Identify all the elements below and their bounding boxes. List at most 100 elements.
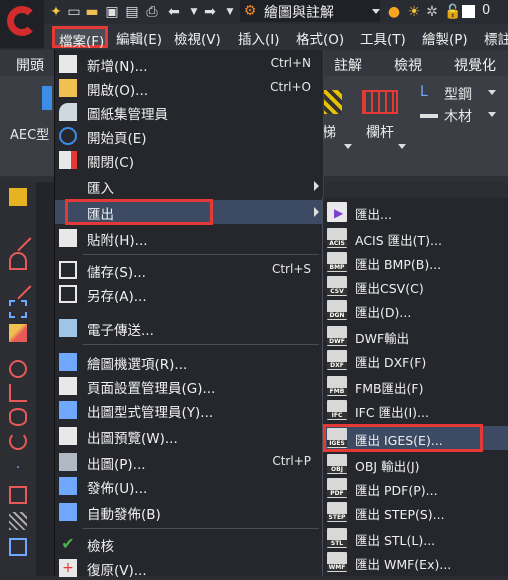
- tab-visualize[interactable]: 視覺化: [454, 55, 496, 75]
- tab-annotate[interactable]: 註解: [334, 55, 362, 75]
- export-item-step[interactable]: STEP 匯出 STEP(S)...: [323, 500, 508, 524]
- menu-draw[interactable]: 繪製(P): [422, 28, 468, 48]
- railing-dropdown-icon[interactable]: [398, 144, 406, 149]
- hatch-tool-icon[interactable]: [9, 512, 27, 530]
- xline-tool-icon[interactable]: [9, 300, 27, 318]
- redo-icon[interactable]: ➡: [202, 4, 218, 20]
- export-item-general[interactable]: ▶ 匯出...: [323, 200, 508, 224]
- save-as-icon[interactable]: ▤: [124, 4, 140, 20]
- dxf-file-icon: DXF: [327, 350, 347, 370]
- menu-item-import[interactable]: 匯入: [55, 174, 323, 198]
- menu-item-audit[interactable]: ✔ 檢核: [55, 532, 323, 556]
- redo-dropdown-icon[interactable]: ▼: [222, 4, 238, 20]
- export-item-dwf[interactable]: DWF DWF輸出: [323, 324, 508, 348]
- color-swatch[interactable]: [462, 5, 475, 18]
- workspace-gear-icon: ⚙: [243, 3, 257, 19]
- menu-item-plotter-options[interactable]: 繪圖機選項(R)...: [55, 350, 323, 374]
- export-item-bmp[interactable]: BMP 匯出 BMP(B)...: [323, 250, 508, 274]
- menu-item-plot-preview[interactable]: 出圖預覽(W)...: [55, 424, 323, 448]
- menu-item-new[interactable]: 新增(N)... Ctrl+N: [55, 52, 323, 76]
- menu-insert[interactable]: 插入(I): [238, 28, 280, 48]
- tab-view[interactable]: 檢視: [394, 55, 422, 75]
- circle-tool-icon[interactable]: [9, 360, 27, 378]
- workspace-select[interactable]: ⚙ 繪圖與註解: [240, 0, 380, 22]
- open-folder-icon[interactable]: ▬: [84, 4, 100, 20]
- save-icon[interactable]: ▣: [104, 4, 120, 20]
- menu-item-save-as[interactable]: 另存(A)...: [55, 282, 323, 306]
- region-tool-icon[interactable]: [9, 538, 27, 556]
- menu-file[interactable]: 檔案(F): [52, 26, 108, 50]
- app-logo[interactable]: [0, 0, 44, 48]
- tab-start[interactable]: 開頭: [16, 55, 44, 75]
- stair-dropdown-icon[interactable]: [344, 144, 352, 149]
- obj-file-icon: OBJ: [327, 454, 347, 474]
- save-icon: [59, 261, 77, 279]
- ribbon-aec-label[interactable]: AEC型: [10, 124, 49, 143]
- star-icon[interactable]: ✦: [48, 4, 64, 20]
- ribbon-stair-label[interactable]: 梯: [322, 122, 336, 142]
- export-item-stl[interactable]: STL 匯出 STL(L)...: [323, 526, 508, 550]
- export-general-icon: ▶: [327, 202, 347, 222]
- export-item-ifc[interactable]: IFC IFC 匯出(I)...: [323, 398, 508, 422]
- pencil-tool-icon[interactable]: [9, 324, 27, 342]
- lock-icon[interactable]: 🔓: [444, 4, 461, 20]
- line-tool-icon[interactable]: [4, 224, 32, 252]
- polyline-tool-icon[interactable]: [9, 252, 27, 270]
- menu-item-etransmit[interactable]: 電子傳送...: [55, 316, 323, 340]
- rectangle-tool-icon[interactable]: [9, 486, 27, 504]
- menu-item-open[interactable]: 開啟(O)... Ctrl+O: [55, 76, 323, 100]
- menu-item-recover[interactable]: + 復原(V)...: [55, 556, 323, 580]
- menu-item-plot[interactable]: 出圖(P)... Ctrl+P: [55, 450, 323, 474]
- steel-dropdown-icon[interactable]: [488, 90, 496, 95]
- ray-tool-icon[interactable]: [4, 272, 32, 300]
- print-icon[interactable]: ⎙: [144, 4, 160, 20]
- arc-tool-icon[interactable]: [9, 384, 27, 402]
- menu-format[interactable]: 格式(O): [296, 28, 344, 48]
- plot-preview-icon: [59, 427, 77, 445]
- snow-icon[interactable]: ✲: [424, 4, 440, 20]
- properties-tool-icon[interactable]: [9, 188, 27, 206]
- ellipse-tool-icon[interactable]: [9, 408, 27, 426]
- submenu-arrow-icon: [314, 207, 319, 217]
- export-item-pdf[interactable]: PDF 匯出 PDF(P)...: [323, 476, 508, 500]
- export-item-csv[interactable]: CSV 匯出CSV(C): [323, 274, 508, 298]
- ribbon-steel-label[interactable]: 型鋼: [444, 84, 472, 104]
- menu-dimension[interactable]: 標註: [484, 28, 508, 48]
- ribbon-railing-label[interactable]: 欄杆: [366, 122, 394, 142]
- export-item-acis[interactable]: ACIS ACIS 匯出(T)...: [323, 226, 508, 250]
- menu-item-plot-style[interactable]: 出圖型式管理員(Y)...: [55, 398, 323, 422]
- bulb-icon[interactable]: ●: [386, 4, 402, 20]
- menu-view[interactable]: 檢視(V): [174, 28, 221, 48]
- menu-item-attach[interactable]: 貼附(H)...: [55, 226, 323, 250]
- submenu-arrow-icon: [314, 181, 319, 191]
- menu-separator: [83, 344, 319, 345]
- ribbon-wood-label[interactable]: 木材: [444, 106, 472, 126]
- export-item-dxf[interactable]: DXF 匯出 DXF(F): [323, 348, 508, 372]
- workspace-dropdown-icon: [372, 9, 380, 14]
- export-item-fmb[interactable]: FMB FMB匯出(F): [323, 374, 508, 398]
- csv-file-icon: CSV: [327, 276, 347, 296]
- ellipse-arc-tool-icon[interactable]: [9, 432, 27, 450]
- export-item-dgn[interactable]: DGN 匯出(D)...: [323, 298, 508, 322]
- menu-item-publish[interactable]: 發佈(U)...: [55, 474, 323, 498]
- export-item-obj[interactable]: OBJ OBJ 輸出(J): [323, 452, 508, 476]
- menu-item-sheet-set[interactable]: 圖紙集管理員: [55, 100, 323, 124]
- menu-tools[interactable]: 工具(T): [360, 28, 406, 48]
- quick-access-toolbar: ✦ ▭ ▬ ▣ ▤ ⎙ ⬅ ▼ ➡ ▼ ⚙ 繪圖與註解 ● ☀ ✲ 🔓 0: [0, 0, 508, 24]
- new-file-icon[interactable]: ▭: [66, 4, 82, 20]
- point-tool-icon[interactable]: ·: [9, 460, 27, 478]
- etransmit-icon: [59, 319, 77, 337]
- menu-item-auto-publish[interactable]: 自動發佈(B): [55, 500, 323, 524]
- menu-item-save[interactable]: 儲存(S)... Ctrl+S: [55, 258, 323, 282]
- undo-dropdown-icon[interactable]: ▼: [186, 4, 202, 20]
- undo-icon[interactable]: ⬅: [166, 4, 182, 20]
- menu-item-start-page[interactable]: 開始頁(E): [55, 124, 323, 148]
- menu-edit[interactable]: 編輯(E): [116, 28, 162, 48]
- menu-item-page-setup[interactable]: 頁面設置管理員(G)...: [55, 374, 323, 398]
- menu-item-close[interactable]: 關閉(C): [55, 148, 323, 172]
- publish-icon: [59, 477, 77, 495]
- export-item-wmf[interactable]: WMF 匯出 WMF(Ex)...: [323, 550, 508, 574]
- sun-icon[interactable]: ☀: [406, 4, 422, 20]
- layer-counter: 0: [482, 3, 491, 18]
- wood-dropdown-icon[interactable]: [488, 112, 496, 117]
